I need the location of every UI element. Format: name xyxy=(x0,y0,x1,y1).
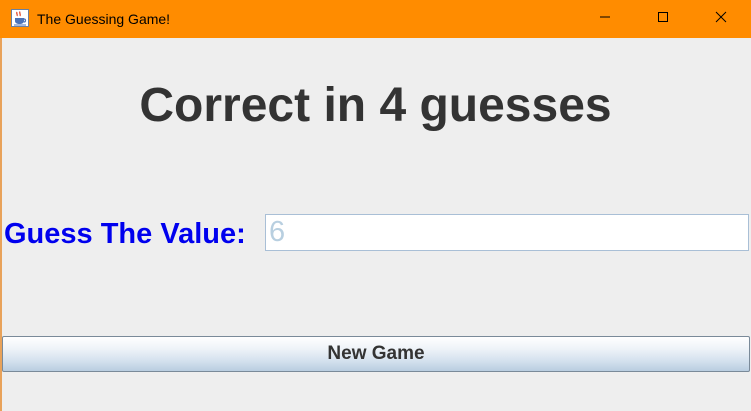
close-icon xyxy=(715,10,727,28)
maximize-icon xyxy=(657,10,669,28)
title-bar[interactable]: The Guessing Game! xyxy=(0,0,751,38)
maximize-button[interactable] xyxy=(634,0,692,38)
new-game-button[interactable]: New Game xyxy=(2,336,750,372)
minimize-button[interactable] xyxy=(576,0,634,38)
guess-label: Guess The Value: xyxy=(4,218,246,250)
status-heading: Correct in 4 guesses xyxy=(139,79,612,132)
java-cup-icon xyxy=(11,9,29,27)
guess-input[interactable] xyxy=(265,214,749,251)
window-title: The Guessing Game! xyxy=(37,11,171,27)
minimize-icon xyxy=(599,10,611,28)
close-button[interactable] xyxy=(692,0,750,38)
